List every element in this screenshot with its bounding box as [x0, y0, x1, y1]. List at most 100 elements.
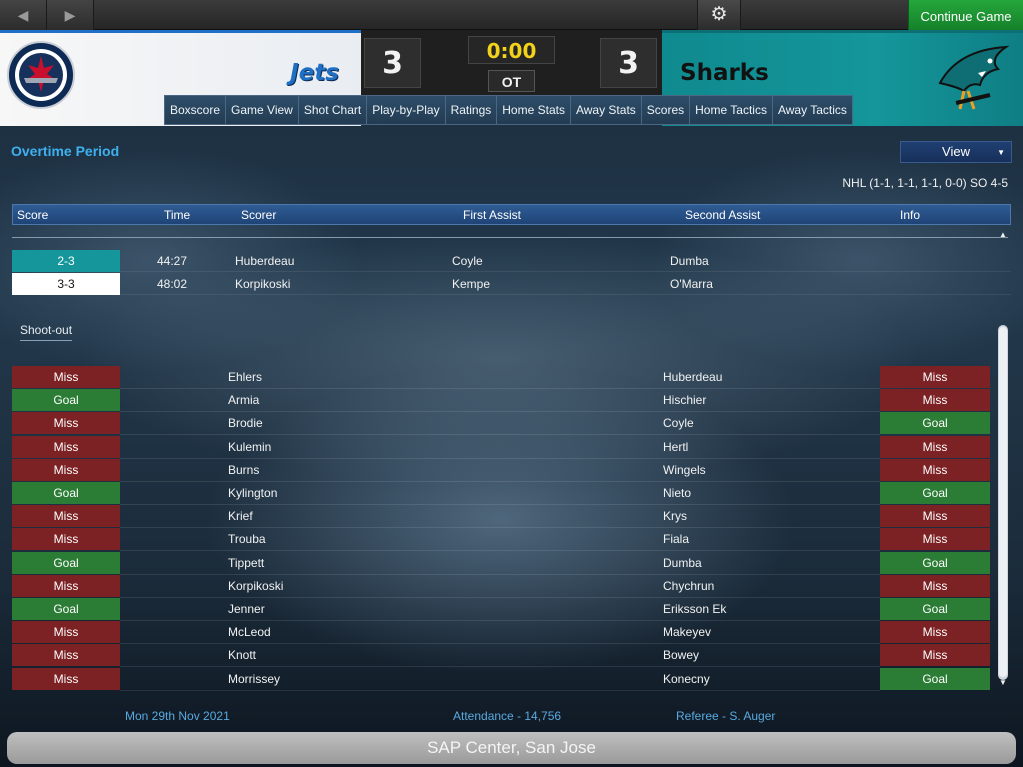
home-shooter: Kylington: [228, 486, 278, 500]
column-header-score[interactable]: Score: [17, 208, 48, 222]
scroll-down-icon[interactable]: ▼: [999, 678, 1007, 687]
home-shooter: Jenner: [228, 602, 265, 616]
game-summary-screen: ◀ ▶ ⚙ Continue Game Jets 3 0:00 OT 3 Sha…: [0, 0, 1023, 767]
shootout-row[interactable]: Miss Krief Krys Miss: [12, 505, 990, 528]
scrollbar-thumb[interactable]: [999, 327, 1007, 677]
tab-shot-chart[interactable]: Shot Chart: [297, 95, 367, 125]
tab-ratings[interactable]: Ratings: [444, 95, 497, 125]
section-title: Overtime Period: [11, 143, 120, 159]
scrollbar[interactable]: [998, 325, 1008, 680]
tab-home-tactics[interactable]: Home Tactics: [689, 95, 772, 125]
table-row[interactable]: 2-3 44:27 Huberdeau Coyle Dumba: [12, 250, 1011, 272]
tab-game-view[interactable]: Game View: [225, 95, 298, 125]
score-cell: 2-3: [12, 250, 120, 272]
second-assist-cell: O'Marra: [670, 277, 713, 291]
home-result-badge: Miss: [12, 412, 120, 434]
settings-button[interactable]: ⚙: [697, 0, 741, 30]
column-header-scorer[interactable]: Scorer: [241, 208, 276, 222]
shootout-row[interactable]: Miss Ehlers Huberdeau Miss: [12, 366, 990, 389]
away-shooter: Hischier: [663, 393, 707, 407]
away-team-name: Sharks: [680, 60, 769, 86]
away-result-badge: Goal: [880, 598, 990, 620]
away-shooter: Dumba: [663, 556, 702, 570]
home-result-badge: Goal: [12, 598, 120, 620]
shootout-row[interactable]: Miss Kulemin Hertl Miss: [12, 436, 990, 459]
tab-shoot-out[interactable]: Shoot-out: [20, 323, 73, 341]
shootout-row[interactable]: Miss Trouba Fiala Miss: [12, 528, 990, 551]
away-result-badge: Miss: [880, 644, 990, 666]
tab-bar: Boxscore Game View Shot Chart Play-by-Pl…: [164, 95, 853, 125]
shootout-row[interactable]: Miss Burns Wingels Miss: [12, 459, 990, 482]
tab-scores[interactable]: Scores: [640, 95, 690, 125]
shootout-row[interactable]: Goal Tippett Dumba Goal: [12, 552, 990, 575]
tab-home-stats[interactable]: Home Stats: [496, 95, 570, 125]
back-button[interactable]: ◀: [0, 0, 47, 30]
column-header-time[interactable]: Time: [164, 208, 190, 222]
away-shooter: Krys: [663, 509, 687, 523]
home-result-badge: Goal: [12, 552, 120, 574]
time-cell: 44:27: [157, 254, 188, 268]
away-result-badge: Miss: [880, 459, 990, 481]
second-assist-cell: Dumba: [670, 254, 709, 268]
shootout-row[interactable]: Miss McLeod Makeyev Miss: [12, 621, 990, 644]
shootout-row[interactable]: Goal Kylington Nieto Goal: [12, 482, 990, 505]
column-header-second-assist[interactable]: Second Assist: [685, 208, 760, 222]
away-shooter: Konecny: [663, 672, 710, 686]
away-shooter: Nieto: [663, 486, 692, 500]
time-cell: 48:02: [157, 277, 188, 291]
period-indicator: OT: [488, 70, 535, 92]
home-shooter: Morrissey: [228, 672, 281, 686]
column-header-info[interactable]: Info: [900, 208, 920, 222]
away-result-badge: Miss: [880, 436, 990, 458]
table-row[interactable]: 3-3 48:02 Korpikoski Kempe O'Marra: [12, 273, 1011, 295]
home-result-badge: Miss: [12, 459, 120, 481]
first-assist-cell: Coyle: [452, 254, 483, 268]
home-result-badge: Goal: [12, 482, 120, 504]
shootout-row[interactable]: Miss Korpikoski Chychrun Miss: [12, 575, 990, 598]
shootout-row[interactable]: Miss Morrissey Konecny Goal: [12, 668, 990, 691]
continue-game-button[interactable]: Continue Game: [908, 0, 1023, 30]
forward-button[interactable]: ▶: [47, 0, 94, 30]
tab-boxscore[interactable]: Boxscore: [164, 95, 226, 125]
home-shooter: Korpikoski: [228, 579, 284, 593]
score-cell: 3-3: [12, 273, 120, 295]
shootout-row[interactable]: Miss Knott Bowey Miss: [12, 644, 990, 667]
home-shooter: Ehlers: [228, 370, 263, 384]
away-shooter: Bowey: [663, 648, 700, 662]
away-result-badge: Miss: [880, 505, 990, 527]
home-result-badge: Miss: [12, 575, 120, 597]
home-team-name: Jets: [290, 60, 339, 86]
home-shooter: Burns: [228, 463, 260, 477]
shootout-row[interactable]: Miss Brodie Coyle Goal: [12, 412, 990, 435]
home-result-badge: Miss: [12, 505, 120, 527]
home-score: 3: [364, 38, 421, 88]
away-result-badge: Miss: [880, 575, 990, 597]
home-shooter: Kulemin: [228, 440, 272, 454]
away-result-badge: Miss: [880, 389, 990, 411]
scorer-cell: Huberdeau: [235, 254, 295, 268]
first-assist-cell: Kempe: [452, 277, 491, 291]
home-result-badge: Goal: [12, 389, 120, 411]
home-shooter: Knott: [228, 648, 257, 662]
shootout-row[interactable]: Goal Jenner Eriksson Ek Goal: [12, 598, 990, 621]
view-label: View: [942, 144, 970, 159]
away-shooter: Chychrun: [663, 579, 715, 593]
top-bar: ◀ ▶ ⚙ Continue Game: [0, 0, 1023, 30]
view-dropdown[interactable]: View ▼: [900, 141, 1012, 163]
caret-down-icon: ▼: [997, 148, 1005, 157]
tab-play-by-play[interactable]: Play-by-Play: [366, 95, 445, 125]
scroll-up-icon[interactable]: ▲: [999, 230, 1007, 239]
away-result-badge: Goal: [880, 482, 990, 504]
tab-away-tactics[interactable]: Away Tactics: [771, 95, 853, 125]
away-result-badge: Miss: [880, 528, 990, 550]
shootout-row[interactable]: Goal Armia Hischier Miss: [12, 389, 990, 412]
home-shooter: Armia: [228, 393, 260, 407]
away-shooter: Eriksson Ek: [663, 602, 727, 616]
attendance: Attendance - 14,756: [453, 709, 562, 723]
chevron-left-icon: ◀: [17, 7, 29, 23]
column-header-first-assist[interactable]: First Assist: [463, 208, 521, 222]
home-shooter: Brodie: [228, 416, 263, 430]
tab-away-stats[interactable]: Away Stats: [569, 95, 641, 125]
gear-icon: ⚙: [710, 4, 728, 25]
sharks-logo: [938, 45, 1010, 110]
